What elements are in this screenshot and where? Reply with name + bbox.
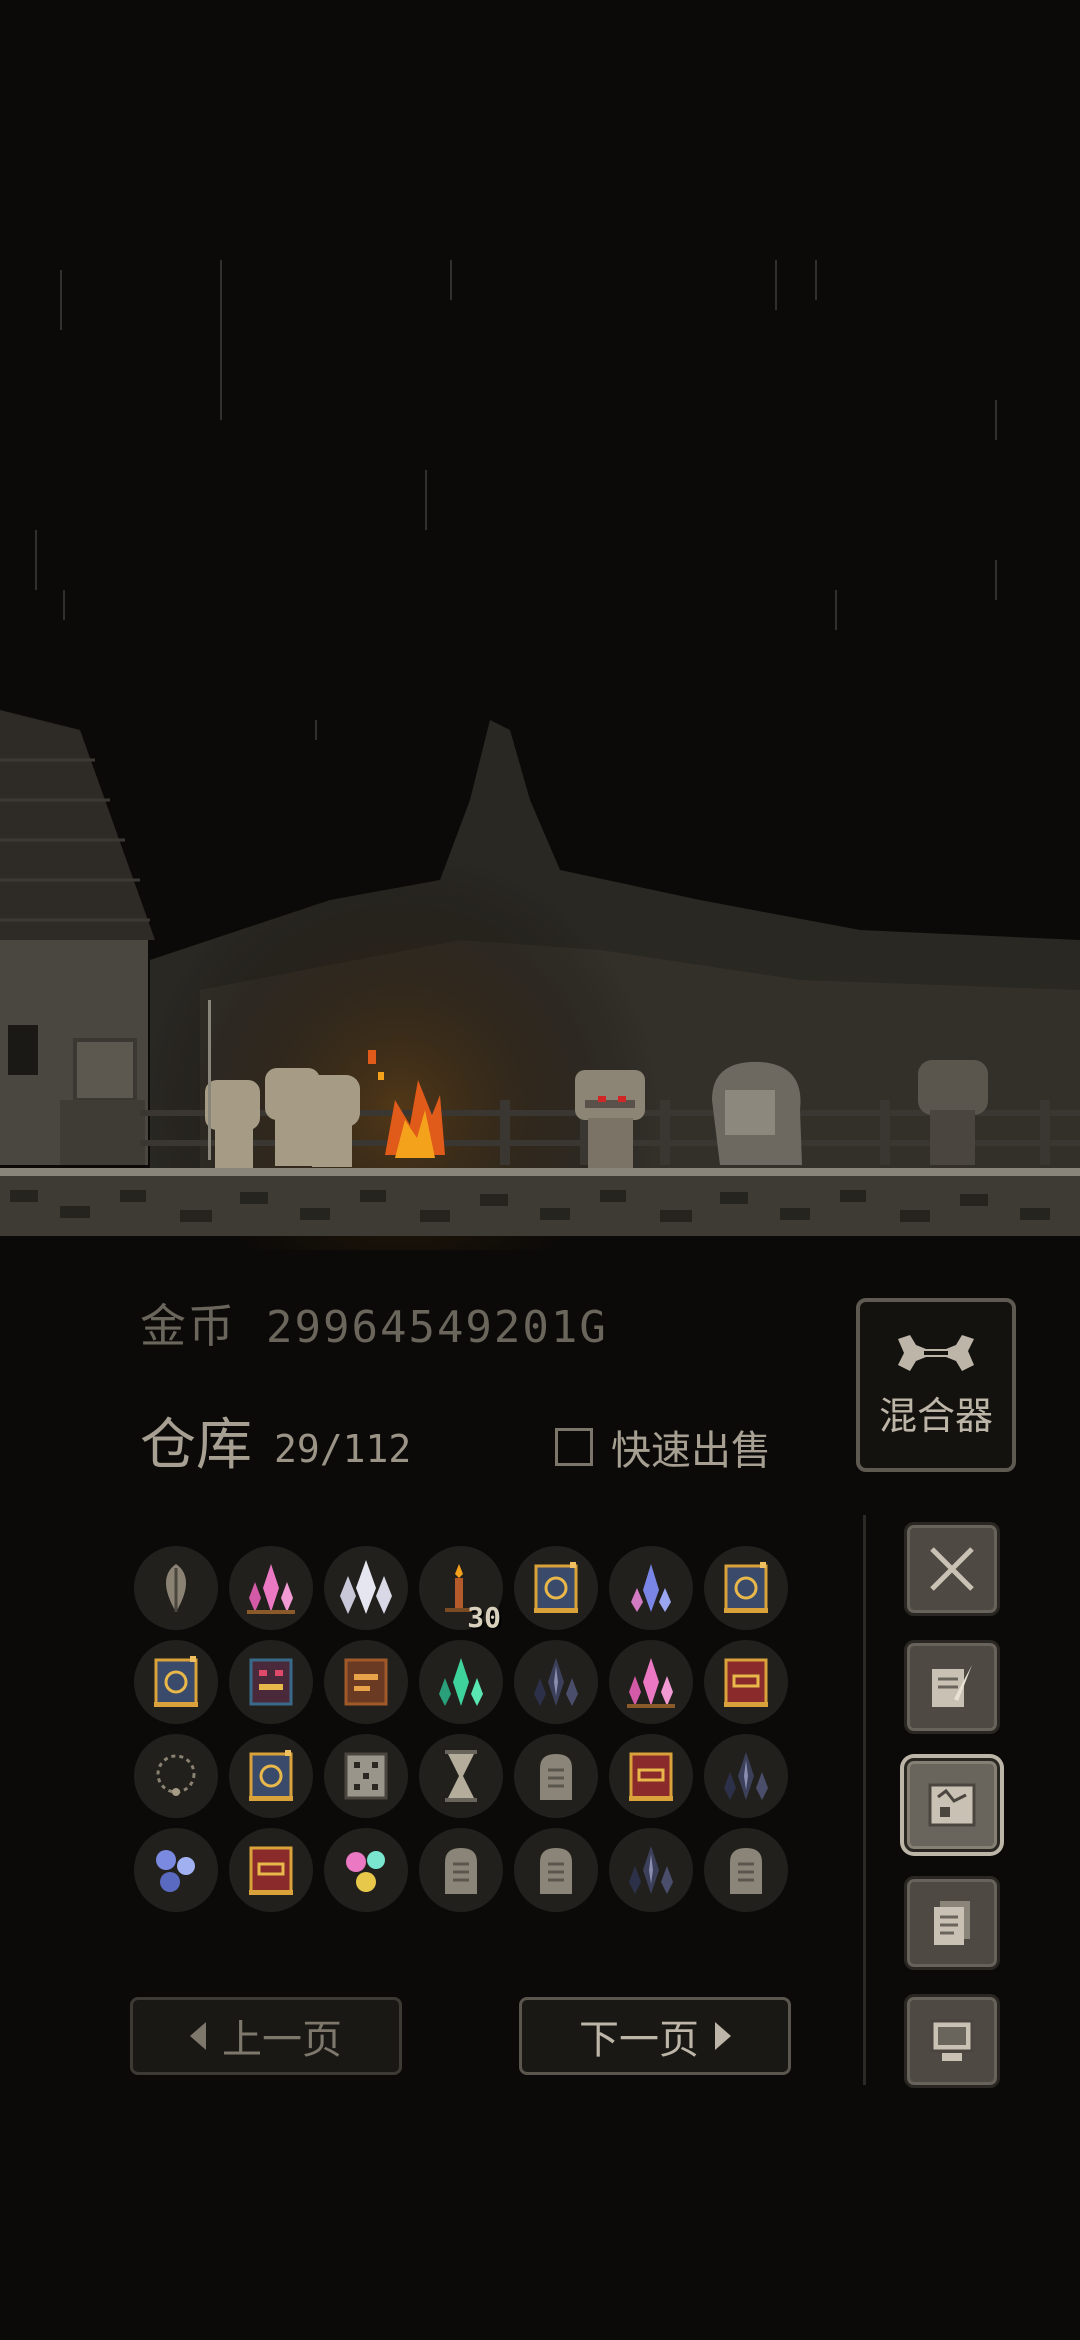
next-page-label: 下一页 — [579, 2017, 699, 2063]
blue-crystal-icon — [631, 1564, 671, 1612]
necklace-icon — [156, 1754, 196, 1796]
leaf-icon — [166, 1564, 186, 1612]
arrow-left-icon — [190, 2022, 206, 2050]
storage-header: 仓库 29/112 — [140, 1400, 411, 1481]
inventory-slot[interactable] — [229, 1640, 313, 1724]
green-crystal-icon — [439, 1658, 483, 1706]
inventory-slot[interactable] — [229, 1828, 313, 1912]
tombstone-icon — [730, 1848, 762, 1894]
inventory-slot[interactable] — [704, 1546, 788, 1630]
inventory-slot[interactable] — [609, 1546, 693, 1630]
mixer-label: 混合器 — [878, 1393, 993, 1438]
arrow-right-icon — [715, 2022, 731, 2050]
side-menu-button[interactable] — [904, 1640, 1000, 1734]
inventory-slot[interactable] — [704, 1640, 788, 1724]
dark-crystal-icon — [629, 1846, 673, 1894]
inventory-slot[interactable] — [419, 1734, 503, 1818]
inventory-slot[interactable] — [134, 1546, 218, 1630]
pink-crystal-icon — [247, 1564, 295, 1614]
red-book-icon — [724, 1658, 768, 1707]
scroll-quill-icon — [932, 1665, 972, 1707]
tombstone-icon — [540, 1754, 572, 1800]
red-book-icon — [629, 1752, 673, 1801]
computer-icon — [930, 2019, 974, 2061]
side-menu-button[interactable] — [904, 1522, 1000, 1616]
tombstone-icon — [540, 1848, 572, 1894]
inventory-slot[interactable] — [324, 1734, 408, 1818]
white-crystal-icon — [340, 1560, 392, 1614]
tombstone-icon — [445, 1848, 477, 1894]
quick-sell-toggle[interactable]: 快速出售 — [555, 1418, 771, 1476]
crossed-swords-icon — [930, 1547, 974, 1591]
gold-label: 金币 — [140, 1299, 236, 1353]
inventory-slot[interactable] — [514, 1640, 598, 1724]
demon-book-icon — [249, 1658, 293, 1706]
gold-book-icon — [534, 1562, 578, 1613]
dark-crystal-icon — [534, 1658, 578, 1706]
inventory-slot[interactable] — [134, 1828, 218, 1912]
panel-divider — [863, 1515, 866, 2085]
wrench-icon — [898, 1334, 974, 1371]
rainbow-orbs-icon — [346, 1851, 385, 1892]
prev-page-label: 上一页 — [222, 2017, 342, 2063]
side-menu-button[interactable] — [904, 1876, 1000, 1970]
hourglass-icon — [445, 1750, 477, 1802]
next-page-button[interactable]: 下一页 — [519, 1997, 791, 2075]
gold-book-icon — [154, 1656, 198, 1707]
gold-book-icon — [249, 1750, 293, 1801]
game-scene — [0, 0, 1080, 1250]
side-menu-button[interactable] — [904, 1758, 1000, 1852]
blue-orbs-icon — [156, 1850, 195, 1892]
gold-book-icon — [724, 1562, 768, 1613]
map-icon — [928, 1783, 976, 1827]
inventory-slot[interactable] — [704, 1734, 788, 1818]
storage-label: 仓库 — [140, 1413, 252, 1478]
inventory-slot[interactable] — [229, 1734, 313, 1818]
documents-icon — [934, 1901, 970, 1945]
gold-display: 金币 29964549201G — [140, 1290, 608, 1356]
inventory-slot[interactable] — [704, 1828, 788, 1912]
inventory-slot[interactable] — [324, 1546, 408, 1630]
mixer-button[interactable]: 混合器 — [856, 1298, 1016, 1472]
inventory-slot[interactable] — [324, 1640, 408, 1724]
inventory-slot[interactable] — [514, 1546, 598, 1630]
brown-book-icon — [344, 1658, 388, 1706]
inventory-slot[interactable] — [609, 1734, 693, 1818]
prev-page-button[interactable]: 上一页 — [130, 1997, 402, 2075]
inventory-slot[interactable] — [229, 1546, 313, 1630]
item-quantity: 30 — [467, 1601, 501, 1634]
quick-sell-checkbox[interactable] — [555, 1428, 593, 1466]
dice-box-icon — [344, 1752, 388, 1800]
inventory-slot[interactable] — [419, 1828, 503, 1912]
inventory-slot[interactable] — [419, 1640, 503, 1724]
quick-sell-label: 快速出售 — [611, 1428, 771, 1474]
gold-value: 29964549201G — [266, 1302, 608, 1353]
inventory-slot[interactable] — [134, 1640, 218, 1724]
side-menu-button[interactable] — [904, 1994, 1000, 2088]
red-book-icon — [249, 1846, 293, 1895]
dark-crystal-icon — [724, 1752, 768, 1800]
scene-background — [0, 0, 1080, 1250]
pink-crystal-icon — [627, 1658, 675, 1708]
inventory-slot[interactable] — [514, 1734, 598, 1818]
storage-count: 29/112 — [274, 1426, 412, 1471]
inventory-slot[interactable] — [134, 1734, 218, 1818]
inventory-slot[interactable]: 30 — [419, 1546, 503, 1634]
inventory-slot[interactable] — [609, 1640, 693, 1724]
inventory-slot[interactable] — [324, 1828, 408, 1912]
inventory-slot[interactable] — [609, 1828, 693, 1912]
inventory-slot[interactable] — [514, 1828, 598, 1912]
